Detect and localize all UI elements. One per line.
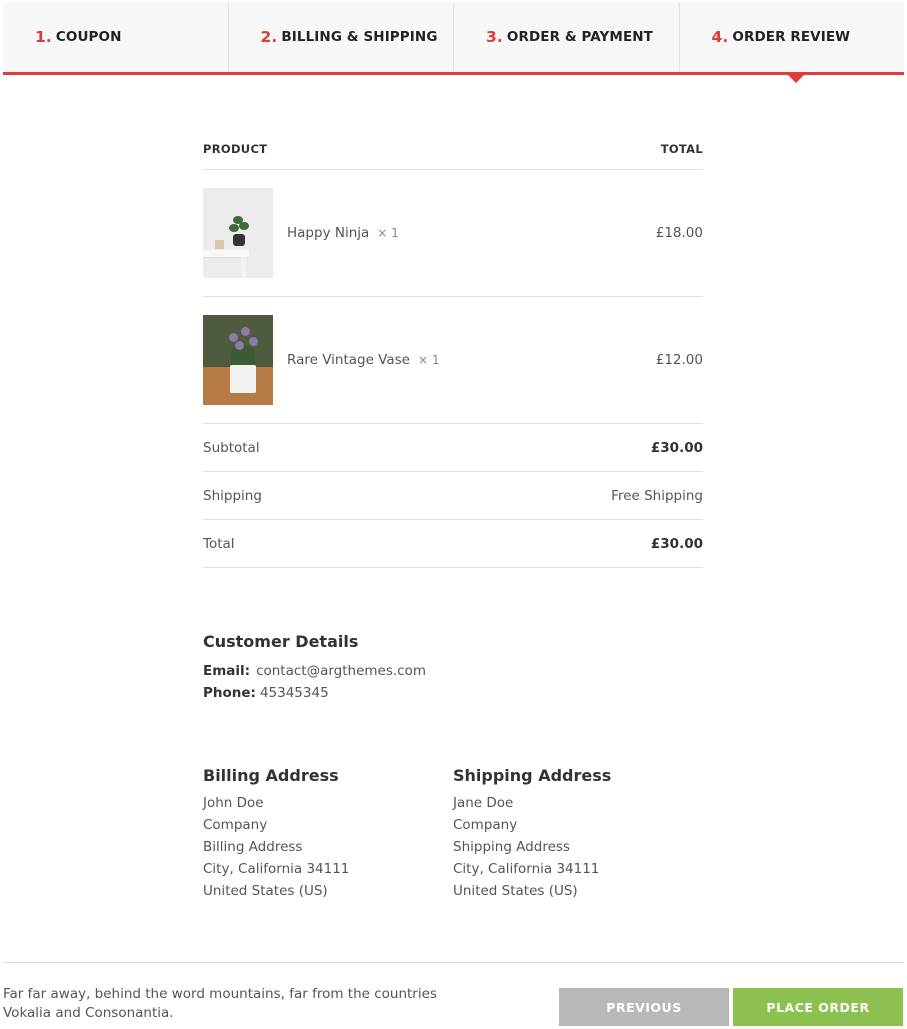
product-thumbnail[interactable] <box>203 315 273 405</box>
step-label: ORDER & PAYMENT <box>506 29 653 45</box>
billing-country: United States (US) <box>203 883 328 899</box>
email-line: Email: contact@argthemes.com <box>203 663 426 679</box>
step-label: BILLING & SHIPPING <box>281 29 438 45</box>
column-header-product: PRODUCT <box>203 142 268 156</box>
billing-city: City, California 34111 <box>203 861 350 877</box>
total-label: Total <box>203 535 235 552</box>
product-price: £18.00 <box>655 225 703 241</box>
shipping-value: Free Shipping <box>611 487 703 504</box>
previous-button[interactable]: PREVIOUS <box>559 988 729 1026</box>
product-name[interactable]: Happy Ninja <box>287 225 369 241</box>
step-number: 2. <box>260 28 278 46</box>
product-thumbnail[interactable] <box>203 188 273 278</box>
table-header: PRODUCT TOTAL <box>203 132 703 170</box>
tab-billing-shipping[interactable]: 2. BILLING & SHIPPING <box>229 2 454 72</box>
subtotal-value: £30.00 <box>650 439 703 456</box>
order-review-table: PRODUCT TOTAL Happy Ninja × 1 £18.00 Rar… <box>203 132 703 568</box>
billing-company: Company <box>203 817 268 833</box>
footer-divider <box>3 962 904 963</box>
step-label: ORDER REVIEW <box>732 29 851 45</box>
billing-address: Billing Address John Doe Company Billing… <box>203 766 443 902</box>
email-value: contact@argthemes.com <box>256 663 427 679</box>
step-label: COUPON <box>55 29 122 45</box>
tab-order-payment[interactable]: 3. ORDER & PAYMENT <box>454 2 680 72</box>
shipping-company: Company <box>453 817 518 833</box>
subtotal-row: Subtotal £30.00 <box>203 424 703 472</box>
phone-value: 45345345 <box>259 685 329 701</box>
shipping-row: Shipping Free Shipping <box>203 472 703 520</box>
shipping-address: Shipping Address Jane Doe Company Shippi… <box>453 766 693 902</box>
customer-details: Customer Details Email: contact@argthemes… <box>203 632 426 701</box>
shipping-label: Shipping <box>203 487 262 504</box>
phone-label: Phone: <box>203 685 256 701</box>
shipping-city: City, California 34111 <box>453 861 600 877</box>
active-step-caret-icon <box>787 75 804 83</box>
phone-line: Phone: 45345345 <box>203 685 426 701</box>
shipping-name: Jane Doe <box>453 795 514 811</box>
table-row: Happy Ninja × 1 £18.00 <box>203 170 703 297</box>
checkout-steps: 1. COUPON 2. BILLING & SHIPPING 3. ORDER… <box>3 2 905 83</box>
step-number: 3. <box>486 28 503 46</box>
column-header-total: TOTAL <box>660 142 703 156</box>
total-row: Total £30.00 <box>203 520 703 568</box>
billing-street: Billing Address <box>203 839 303 855</box>
customer-details-heading: Customer Details <box>203 632 359 651</box>
product-name[interactable]: Rare Vintage Vase <box>287 352 410 368</box>
place-order-button[interactable]: PLACE ORDER <box>733 988 903 1026</box>
billing-address-heading: Billing Address <box>203 766 339 785</box>
shipping-country: United States (US) <box>453 883 578 899</box>
email-label: Email: <box>203 663 251 679</box>
total-value: £30.00 <box>650 535 703 552</box>
billing-name: John Doe <box>203 795 264 811</box>
step-number: 4. <box>711 28 729 46</box>
table-row: Rare Vintage Vase × 1 £12.00 <box>203 297 703 424</box>
shipping-address-heading: Shipping Address <box>453 766 612 785</box>
step-number: 1. <box>35 28 52 46</box>
product-quantity: × 1 <box>417 353 440 367</box>
tab-coupon[interactable]: 1. COUPON <box>3 2 229 72</box>
product-price: £12.00 <box>655 352 703 368</box>
product-quantity: × 1 <box>377 226 399 240</box>
footer-note: Far far away, behind the word mountains,… <box>3 986 437 1021</box>
subtotal-label: Subtotal <box>203 439 260 456</box>
shipping-street: Shipping Address <box>453 839 570 855</box>
tab-order-review[interactable]: 4. ORDER REVIEW <box>680 2 905 83</box>
